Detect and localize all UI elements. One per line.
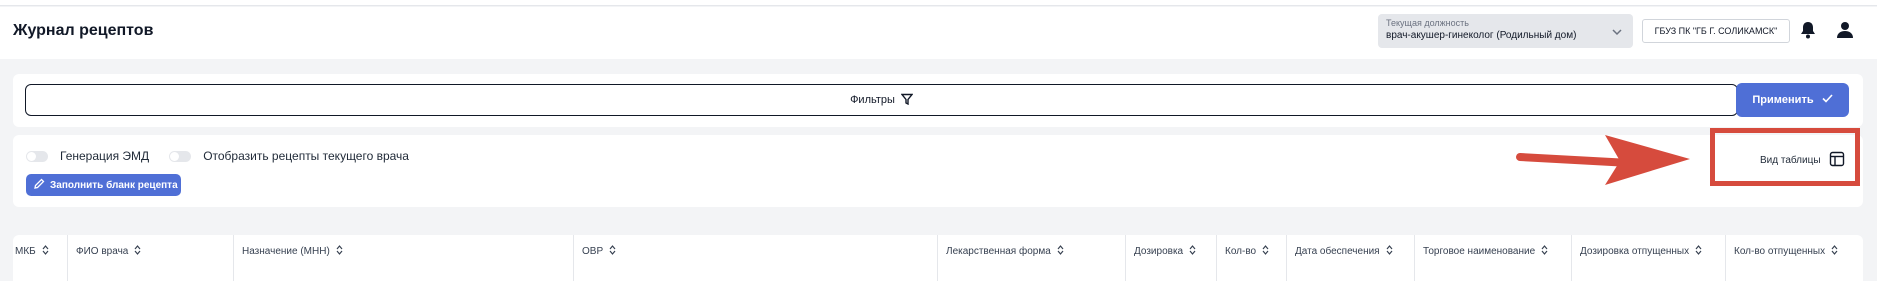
- filters-button[interactable]: Фильтры: [25, 84, 1738, 116]
- column-header-doctor[interactable]: ФИО врача: [68, 235, 234, 281]
- bell-icon[interactable]: [1800, 21, 1816, 44]
- filters-label: Фильтры: [850, 94, 895, 106]
- column-header-inn[interactable]: Назначение (МНН): [234, 235, 574, 281]
- position-select[interactable]: Текущая должность врач-акушер-гинеколог …: [1378, 14, 1633, 48]
- column-header-ovr[interactable]: ОВР: [574, 235, 938, 281]
- column-header-supply-date[interactable]: Дата обеспечения: [1287, 235, 1415, 281]
- column-header-dosage-form[interactable]: Лекарственная форма: [938, 235, 1126, 281]
- page-header: Журнал рецептов Текущая должность врач-а…: [0, 7, 1877, 59]
- top-strip: [0, 0, 1877, 6]
- organization-select[interactable]: ГБУЗ ПК "ГБ Г. СОЛИКАМСК": [1642, 19, 1790, 43]
- page-title: Журнал рецептов: [13, 22, 154, 39]
- sort-icon: [609, 245, 616, 258]
- table-header: МКБ ФИО врача Назначение (МНН) ОВР Лекар…: [13, 235, 1863, 281]
- toggle-current-doctor-label: Отобразить рецепты текущего врача: [203, 149, 409, 163]
- user-icon[interactable]: [1836, 21, 1854, 44]
- sort-icon: [1541, 245, 1548, 258]
- toggle-current-doctor[interactable]: [169, 150, 192, 162]
- check-icon: [1822, 94, 1833, 106]
- apply-button[interactable]: Применить: [1736, 83, 1849, 117]
- annotation-highlight-box: [1710, 128, 1860, 186]
- apply-label: Применить: [1752, 94, 1814, 106]
- column-header-dispensed-quantity[interactable]: Кол-во отпущенных: [1726, 235, 1863, 281]
- column-header-mkb[interactable]: МКБ: [13, 235, 68, 281]
- sort-icon: [336, 245, 343, 258]
- sort-icon: [1262, 245, 1269, 258]
- annotation-arrow: [1516, 135, 1690, 185]
- sort-icon: [1831, 245, 1838, 258]
- position-select-label: Текущая должность: [1386, 18, 1469, 28]
- column-header-dispensed-dosage[interactable]: Дозировка отпущенных: [1572, 235, 1726, 281]
- sort-icon: [1057, 245, 1064, 258]
- filter-icon: [900, 93, 914, 108]
- toggle-row: Генерация ЭМД Отобразить рецепты текущег…: [26, 149, 409, 163]
- column-header-quantity[interactable]: Кол-во: [1217, 235, 1287, 281]
- position-select-value: врач-акушер-гинеколог (Родильный дом): [1386, 30, 1577, 41]
- toggle-emd-label: Генерация ЭМД: [60, 149, 150, 163]
- sort-icon: [1386, 245, 1393, 258]
- sort-icon: [1695, 245, 1702, 258]
- fill-form-button[interactable]: Заполнить бланк рецепта: [26, 174, 181, 196]
- chevron-down-icon: [1611, 25, 1623, 43]
- sort-icon: [134, 245, 141, 258]
- filter-panel: Фильтры Применить: [13, 74, 1863, 127]
- toggle-emd[interactable]: [26, 150, 48, 162]
- fill-form-label: Заполнить бланк рецепта: [50, 179, 178, 191]
- pencil-icon: [34, 178, 45, 192]
- sort-icon: [1189, 245, 1196, 258]
- column-header-dosage[interactable]: Дозировка: [1126, 235, 1217, 281]
- sort-icon: [42, 245, 49, 258]
- column-header-trade-name[interactable]: Торговое наименование: [1415, 235, 1572, 281]
